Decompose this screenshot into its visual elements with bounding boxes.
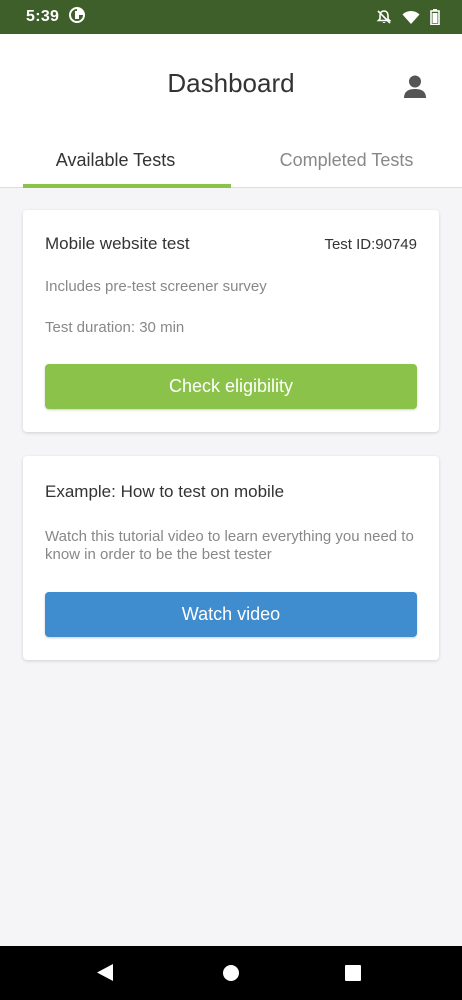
back-icon[interactable] bbox=[96, 963, 114, 987]
wifi-icon bbox=[402, 10, 420, 25]
tutorial-title: Example: How to test on mobile bbox=[45, 482, 285, 501]
status-right bbox=[376, 9, 440, 25]
status-bar: 5:39 bbox=[0, 0, 462, 34]
recents-icon[interactable] bbox=[345, 965, 361, 986]
tab-completed-tests[interactable]: Completed Tests bbox=[231, 136, 462, 188]
test-card: Mobile website test Test ID:90749 Includ… bbox=[23, 210, 439, 432]
battery-icon bbox=[430, 9, 440, 25]
status-time: 5:39 bbox=[26, 8, 60, 25]
user-profile-icon[interactable] bbox=[402, 74, 428, 100]
tutorial-description: Watch this tutorial video to learn every… bbox=[45, 528, 414, 563]
test-id: Test ID:90749 bbox=[324, 236, 417, 253]
test-title: Mobile website test bbox=[45, 234, 190, 253]
status-left: 5:39 bbox=[26, 6, 86, 28]
tab-bar: Available Tests Completed Tests bbox=[0, 136, 462, 188]
test-description: Includes pre-test screener survey bbox=[45, 278, 267, 295]
tutorial-card: Example: How to test on mobile Watch thi… bbox=[23, 456, 439, 660]
test-duration: Test duration: 30 min bbox=[45, 319, 185, 336]
system-nav-bar bbox=[0, 946, 462, 1000]
data-saver-icon bbox=[69, 6, 86, 28]
home-icon[interactable] bbox=[222, 964, 240, 987]
watch-video-button[interactable]: Watch video bbox=[45, 592, 417, 637]
notifications-off-icon bbox=[376, 9, 392, 25]
tab-available-tests[interactable]: Available Tests bbox=[0, 136, 231, 188]
check-eligibility-button[interactable]: Check eligibility bbox=[45, 364, 417, 409]
app-header: Dashboard bbox=[0, 34, 462, 136]
page-title: Dashboard bbox=[167, 68, 295, 98]
